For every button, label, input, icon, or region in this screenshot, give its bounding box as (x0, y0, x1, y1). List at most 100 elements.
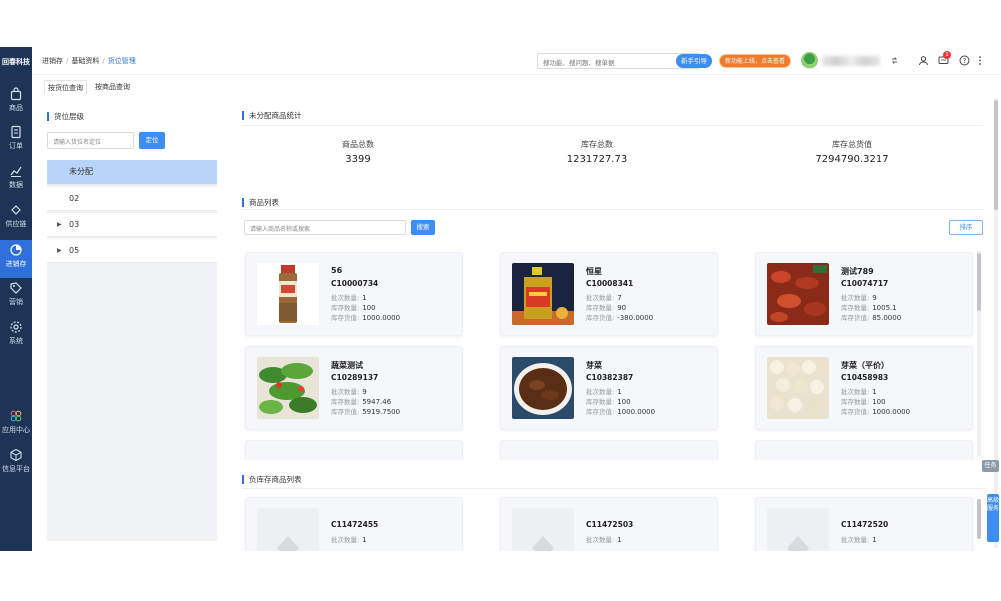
stat-total-stock: 库存总数 1231727.73 (507, 139, 687, 165)
nav-item-goods[interactable]: 商品 (0, 87, 32, 123)
supply-chain-icon (11, 205, 21, 215)
location-tree: 未分配 02 ▶ 03 ▶ 05 (47, 160, 217, 541)
placeholder-image-icon (767, 508, 829, 551)
stats-title: 未分配商品统计 (242, 111, 302, 120)
tree-item-unassigned[interactable]: 未分配 (47, 160, 217, 185)
stat-total-value: 库存总货值 7294790.3217 (762, 139, 942, 165)
switch-icon[interactable] (890, 56, 899, 65)
negative-list-title: 负库存商品列表 (242, 475, 302, 484)
nav-item-marketing[interactable]: 营销 (0, 281, 32, 317)
brand-logo: 回春科技 (2, 58, 30, 66)
breadcrumb-item[interactable]: 基础资料 (71, 57, 99, 65)
nav-item-label: 数据 (9, 181, 23, 189)
product-list-scroll-thumb[interactable] (977, 253, 981, 311)
stock-value: 90 (617, 304, 627, 312)
new-feature-button[interactable]: 新功能上线，点击查看 (719, 54, 791, 68)
stock-row: 库存数量: 100 (586, 396, 631, 406)
sort-button[interactable]: 排序 (949, 220, 983, 235)
avatar[interactable] (801, 52, 818, 69)
product-card[interactable]: 测试789 C10074717 批次数量: 9 库存数量: 1005.1 库存货值:… (755, 252, 973, 336)
nav-item-info-platform[interactable]: 信息平台 (0, 448, 32, 484)
stat-value: 7294790.3217 (815, 154, 889, 165)
placeholder-image-icon (257, 508, 319, 551)
batch-value: 1 (617, 536, 622, 544)
stock-row: 库存数量: 5947.46 (331, 396, 391, 406)
stock-value-amount: -380.0000 (617, 314, 654, 322)
stock-value: 5947.46 (362, 398, 392, 406)
advanced-service-float-button[interactable]: 高级服务 (987, 494, 999, 542)
stock-row: 库存数量: 100 (331, 302, 376, 312)
negative-product-card[interactable]: C11472503 批次数量: 1 (500, 497, 718, 551)
stock-label: 库存数量: (841, 398, 870, 406)
bag-icon (10, 87, 22, 101)
user-icon[interactable] (918, 55, 929, 66)
breadcrumb-current: 货位管理 (107, 57, 136, 65)
product-image-crayfish (767, 263, 829, 325)
location-search-input[interactable]: 请输入货位名定位 (47, 132, 134, 149)
expand-arrow-icon[interactable]: ▶ (57, 239, 62, 263)
product-search-input[interactable]: 请输入商品名称或搜索 (244, 220, 406, 235)
product-card-partial[interactable] (755, 440, 973, 460)
batch-row: 批次数量: 9 (841, 292, 877, 302)
nav-item-supply-chain[interactable]: 供应链 (0, 203, 32, 239)
expand-arrow-icon[interactable]: ▶ (57, 213, 62, 237)
product-search-button[interactable]: 搜索 (411, 220, 435, 235)
cube-icon (10, 448, 22, 462)
product-code: C10289137 (331, 373, 379, 382)
nav-item-inventory[interactable]: 进销存 (0, 240, 32, 278)
product-card[interactable]: 芽菜（平价） C10458983 批次数量: 1 库存数量: 100 库存货值: 10… (755, 346, 973, 430)
negative-stock-panel: 负库存商品列表 C11472455 批次数量: 1 C11472503 批次数量:… (233, 467, 993, 551)
more-icon[interactable] (977, 55, 983, 66)
stat-label: 库存总数 (581, 140, 613, 149)
breadcrumb: 进销存 / 基础资料 / 货位管理 (42, 57, 136, 65)
tree-item-03[interactable]: ▶ 03 (47, 213, 217, 237)
product-card[interactable]: 56 C10000734 批次数量: 1 库存数量: 100 库存货值: 1000.0… (245, 252, 463, 336)
batch-row: 批次数量: 1 (586, 386, 622, 396)
nav-item-app-center[interactable]: 应用中心 (0, 409, 32, 445)
product-code: C10074717 (841, 279, 889, 288)
value-label: 库存货值: (841, 408, 870, 416)
product-card[interactable]: 恒星 C10008341 批次数量: 7 库存数量: 90 库存货值: -380.00… (500, 252, 718, 336)
product-code: C10000734 (331, 279, 379, 288)
negative-product-card[interactable]: C11472520 批次数量: 1 (755, 497, 973, 551)
batch-row: 批次数量: 1 (586, 534, 622, 544)
product-image-pickles (512, 357, 574, 419)
page-scroll-thumb[interactable] (994, 100, 998, 210)
product-name: 芽菜 (586, 361, 602, 370)
nav-item-data[interactable]: 数据 (0, 164, 32, 200)
tree-item-label: 02 (69, 194, 80, 203)
product-card-partial[interactable] (245, 440, 463, 460)
stat-label: 商品总数 (342, 140, 374, 149)
stock-value-amount: 1000.0000 (872, 408, 911, 416)
product-card[interactable]: 蔬菜测试 C10289137 批次数量: 9 库存数量: 5947.46 库存货值:… (245, 346, 463, 430)
tree-item-02[interactable]: 02 (47, 187, 217, 211)
tree-item-05[interactable]: ▶ 05 (47, 239, 217, 263)
help-icon[interactable]: ? (959, 55, 970, 66)
product-code: C11472503 (586, 520, 634, 529)
nav-item-orders[interactable]: 订单 (0, 125, 32, 161)
batch-value: 1 (617, 388, 622, 396)
guide-button[interactable]: 新手引导 (676, 54, 712, 68)
value-label: 库存货值: (331, 408, 360, 416)
user-name-blurred[interactable] (822, 56, 880, 66)
nav-item-label: 营销 (9, 298, 23, 306)
nav-item-label: 系统 (9, 337, 23, 345)
query-tabs: 按货位查询 按商品查询 (32, 76, 1001, 96)
batch-row: 批次数量: 1 (841, 386, 877, 396)
product-name: 测试789 (841, 267, 874, 276)
batch-value: 1 (362, 536, 367, 544)
locate-button[interactable]: 定位 (139, 132, 165, 149)
stock-value: 100 (872, 398, 886, 406)
negative-list-scroll-thumb[interactable] (977, 499, 981, 539)
product-card[interactable]: 芽菜 C10382387 批次数量: 1 库存数量: 100 库存货值: 1000.0… (500, 346, 718, 430)
stock-value-amount: 1000.0000 (617, 408, 656, 416)
breadcrumb-item[interactable]: 进销存 (42, 57, 63, 65)
negative-product-card[interactable]: C11472455 批次数量: 1 (245, 497, 463, 551)
product-card-partial[interactable] (500, 440, 718, 460)
stock-label: 库存数量: (586, 398, 615, 406)
tab-by-location[interactable]: 按货位查询 (44, 80, 87, 94)
task-float-button[interactable]: 任务 (982, 460, 999, 472)
stock-row: 库存数量: 100 (841, 396, 886, 406)
nav-item-system[interactable]: 系统 (0, 320, 32, 356)
tab-by-product[interactable]: 按商品查询 (92, 80, 133, 94)
